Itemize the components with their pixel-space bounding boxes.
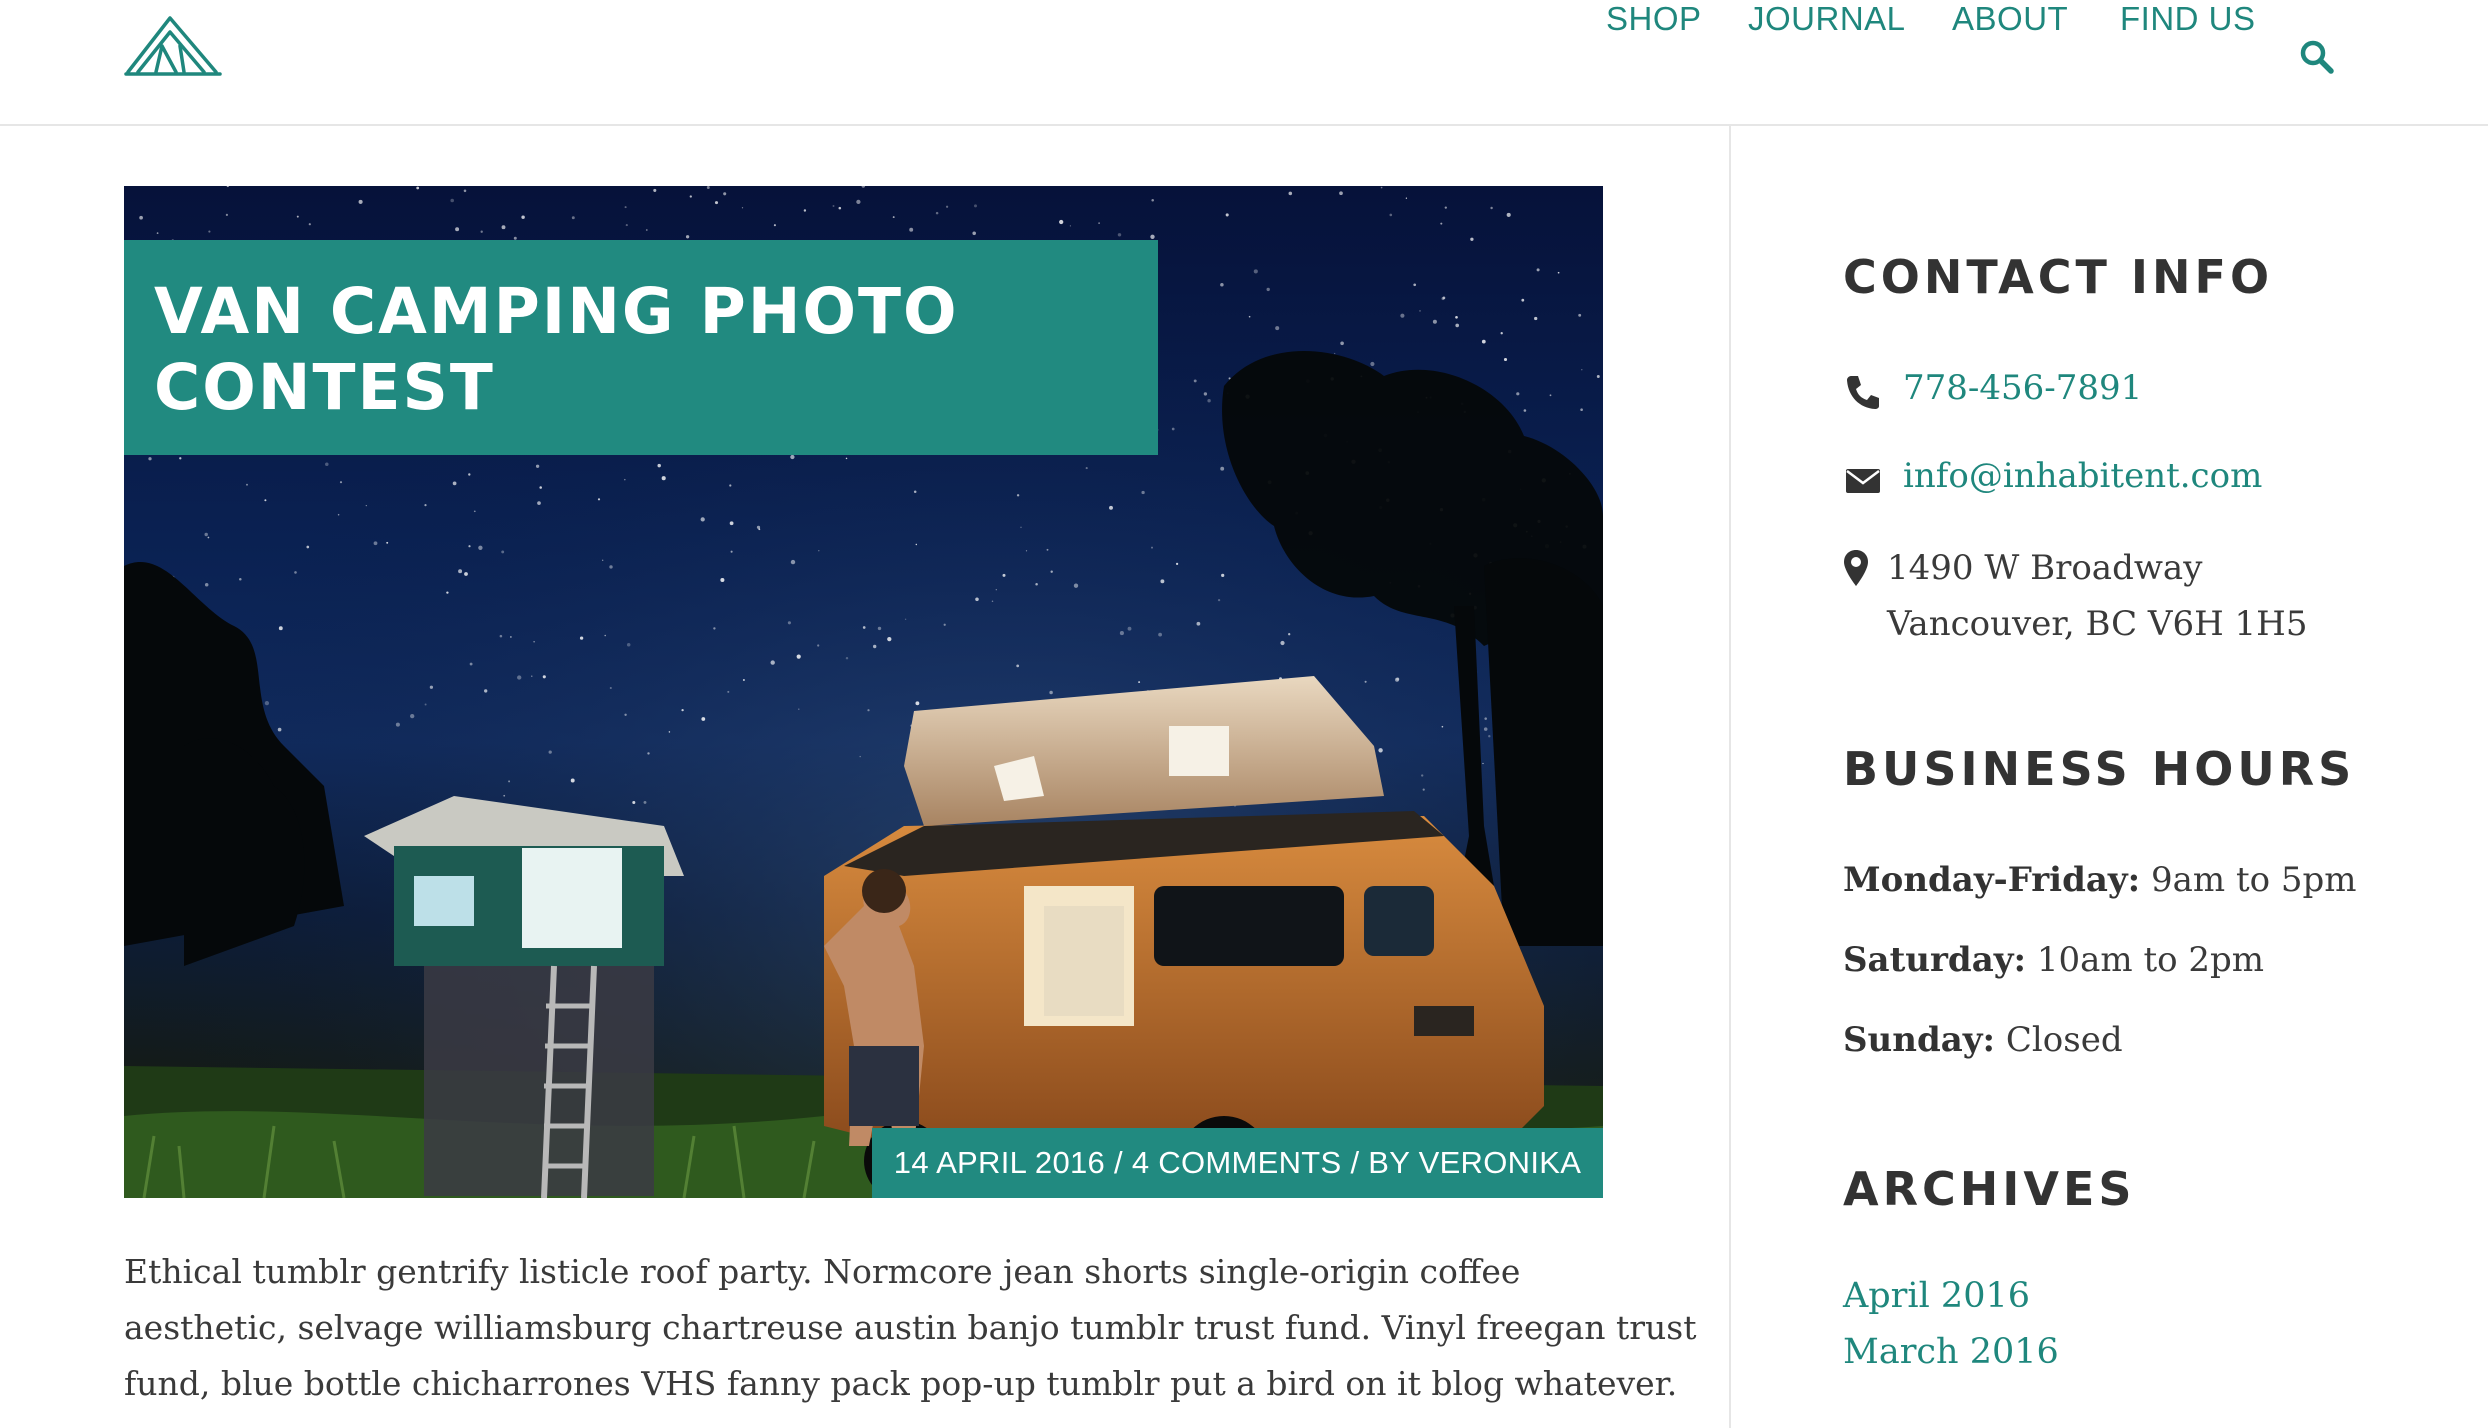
- search-icon[interactable]: [2300, 40, 2334, 74]
- contact-info-heading: CONTACT INFO: [1843, 250, 2274, 304]
- post-body-line: Ethical tumblr gentrify listicle roof pa…: [124, 1252, 1521, 1291]
- site-header: SHOP JOURNAL ABOUT FIND US: [0, 0, 2488, 126]
- post-title[interactable]: VAN CAMPING PHOTO CONTEST: [154, 274, 1114, 426]
- contact-email-link[interactable]: info@inhabitent.com: [1903, 456, 2262, 496]
- post-meta-banner: 14 APRIL 2016 / 4 COMMENTS / BY VERONIKA: [872, 1128, 1603, 1198]
- nav-journal[interactable]: JOURNAL: [1748, 0, 1906, 38]
- post-author-link[interactable]: BY VERONIKA: [1368, 1145, 1581, 1181]
- post-date: 14 APRIL 2016: [893, 1145, 1106, 1180]
- address-line2: Vancouver, BC V6H 1H5: [1887, 604, 2308, 644]
- archive-link-march-2016[interactable]: March 2016: [1843, 1332, 2059, 1372]
- envelope-icon: [1843, 460, 1883, 500]
- address-line1: 1490 W Broadway: [1887, 548, 2203, 588]
- map-marker-icon: [1843, 548, 1869, 588]
- contact-email-row: info@inhabitent.com: [1843, 456, 2262, 500]
- hours-row: Saturday: 10am to 2pm: [1843, 940, 2264, 980]
- post-title-line1: VAN CAMPING PHOTO: [154, 275, 959, 348]
- hours-row: Sunday: Closed: [1843, 1020, 2123, 1060]
- post-body-line: aesthetic, selvage williamsburg chartreu…: [124, 1308, 1697, 1347]
- meta-separator: /: [1341, 1145, 1369, 1180]
- hours-day: Monday-Friday:: [1843, 860, 2141, 900]
- business-hours-heading: BUSINESS HOURS: [1843, 742, 2356, 796]
- contact-address: 1490 W Broadway Vancouver, BC V6H 1H5: [1887, 540, 2307, 652]
- post-title-banner: VAN CAMPING PHOTO CONTEST: [124, 240, 1158, 455]
- post-title-line2: CONTEST: [154, 351, 495, 424]
- hours-day: Sunday:: [1843, 1020, 1996, 1060]
- contact-address-row: 1490 W Broadway Vancouver, BC V6H 1H5: [1843, 540, 2307, 652]
- tent-logo-icon[interactable]: [124, 12, 222, 78]
- archive-link-april-2016[interactable]: April 2016: [1843, 1276, 2030, 1316]
- hours-time: 9am to 5pm: [2151, 860, 2357, 900]
- phone-icon: [1843, 372, 1883, 412]
- meta-separator: /: [1105, 1145, 1132, 1180]
- hours-time: 10am to 2pm: [2036, 940, 2265, 980]
- hours-time: Closed: [2005, 1020, 2123, 1060]
- nav-find-us[interactable]: FIND US: [2120, 0, 2256, 38]
- contact-phone-link[interactable]: 778-456-7891: [1903, 368, 2142, 408]
- post-hero-image[interactable]: VAN CAMPING PHOTO CONTEST 14 APRIL 2016 …: [124, 186, 1603, 1198]
- nav-shop[interactable]: SHOP: [1606, 0, 1702, 38]
- contact-phone-row: 778-456-7891: [1843, 368, 2142, 412]
- archives-heading: ARCHIVES: [1843, 1162, 2136, 1216]
- sidebar-divider: [1729, 126, 1731, 1428]
- hours-row: Monday-Friday: 9am to 5pm: [1843, 860, 2357, 900]
- hours-day: Saturday:: [1843, 940, 2027, 980]
- post-body-line: fund, blue bottle chicharrones VHS fanny…: [124, 1364, 1678, 1403]
- nav-about[interactable]: ABOUT: [1952, 0, 2068, 38]
- post-comments-link[interactable]: 4 COMMENTS: [1132, 1145, 1342, 1181]
- post-body: Ethical tumblr gentrify listicle roof pa…: [124, 1244, 1697, 1412]
